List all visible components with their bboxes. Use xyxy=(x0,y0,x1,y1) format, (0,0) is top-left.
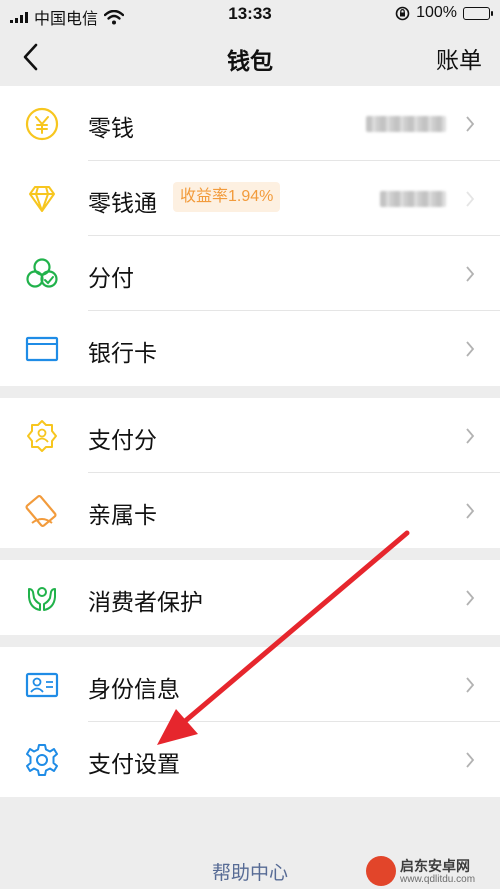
menu-item-lingqiantong[interactable]: 零钱通 收益率1.94% xyxy=(0,161,500,236)
orientation-lock-icon xyxy=(395,6,410,20)
menu-item-label: 支付分 xyxy=(88,427,157,453)
chevron-right-icon xyxy=(466,341,475,357)
chevron-right-icon xyxy=(466,116,475,132)
menu-item-family-card[interactable]: 亲属卡 xyxy=(0,473,500,548)
wallet-group-credit: 支付分 亲属卡 xyxy=(0,398,500,548)
bank-card-icon xyxy=(25,336,59,362)
menu-item-payment-settings[interactable]: 支付设置 xyxy=(0,722,500,797)
menu-item-identity-info[interactable]: 身份信息 xyxy=(0,647,500,722)
id-card-icon xyxy=(25,672,59,698)
wallet-group-settings: 身份信息 支付设置 xyxy=(0,647,500,797)
page-title: 钱包 xyxy=(227,48,273,74)
menu-item-consumer-protection[interactable]: 消费者保护 xyxy=(0,560,500,635)
menu-item-label: 零钱 xyxy=(88,115,134,141)
battery-icon xyxy=(463,6,493,20)
chevron-right-icon xyxy=(466,752,475,768)
menu-item-bank-card[interactable]: 银行卡 xyxy=(0,311,500,386)
menu-item-label: 银行卡 xyxy=(88,340,157,366)
hidden-balance xyxy=(380,191,446,207)
chevron-right-icon xyxy=(466,266,475,282)
yield-rate-badge: 收益率1.94% xyxy=(173,182,281,212)
chevron-right-icon xyxy=(466,428,475,444)
menu-item-label: 零钱通 xyxy=(88,190,157,216)
bill-button[interactable]: 账单 xyxy=(436,41,482,75)
status-right: 100% xyxy=(395,4,493,22)
watermark-logo xyxy=(366,856,396,886)
wallet-group-funds: 零钱 零钱通 收益率1.94% 分付 银行卡 xyxy=(0,86,500,386)
wallet-group-protection: 消费者保护 xyxy=(0,560,500,635)
hidden-balance xyxy=(366,116,446,132)
menu-item-label: 身份信息 xyxy=(88,676,180,702)
menu-item-label: 分付 xyxy=(88,265,134,291)
chevron-right-icon xyxy=(466,503,475,519)
clover-icon xyxy=(26,258,58,288)
menu-item-label: 消费者保护 xyxy=(88,589,203,615)
watermark-url: www.qdlitdu.com xyxy=(400,874,476,885)
family-card-icon xyxy=(25,494,57,528)
chevron-right-icon xyxy=(466,191,475,207)
watermark-name: 启东安卓网 xyxy=(400,858,470,874)
chevron-right-icon xyxy=(466,677,475,693)
site-watermark: 启东安卓网 www.qdlitdu.com xyxy=(366,854,494,888)
chevron-right-icon xyxy=(466,590,475,606)
menu-item-fenfu[interactable]: 分付 xyxy=(0,236,500,311)
menu-item-label: 亲属卡 xyxy=(88,502,157,528)
nav-bar: 钱包 账单 xyxy=(0,28,500,86)
menu-item-pay-score[interactable]: 支付分 xyxy=(0,398,500,473)
status-bar: 中国电信 13:33 100% xyxy=(0,0,500,28)
protect-hands-icon xyxy=(28,587,56,611)
score-badge-icon xyxy=(27,420,57,452)
battery-percent: 100% xyxy=(416,4,457,21)
menu-item-label: 支付设置 xyxy=(88,751,180,777)
yen-coin-icon xyxy=(25,107,59,141)
menu-item-change[interactable]: 零钱 xyxy=(0,86,500,161)
gear-icon xyxy=(26,744,58,776)
diamond-icon xyxy=(29,186,55,212)
